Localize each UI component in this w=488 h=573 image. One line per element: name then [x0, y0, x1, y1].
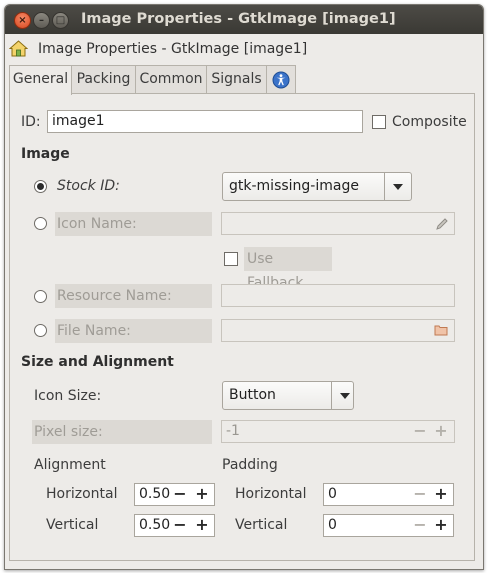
- padding-horizontal-label: Horizontal: [235, 486, 307, 502]
- alignment-horizontal-label: Horizontal: [46, 486, 118, 502]
- tab-common[interactable]: Common: [135, 65, 207, 93]
- tab-accessibility[interactable]: [266, 65, 296, 93]
- icon-size-label: Icon Size:: [34, 388, 102, 404]
- padding-horizontal-decrease-button[interactable]: −: [410, 484, 430, 505]
- padding-vertical-label: Vertical: [235, 517, 288, 533]
- file-name-field[interactable]: [221, 319, 455, 342]
- close-button[interactable]: ×: [14, 12, 31, 29]
- composite-checkbox[interactable]: [372, 115, 386, 129]
- pixel-size-label: Pixel size:: [32, 420, 212, 444]
- window-title: Image Properties - GtkImage [image1]: [81, 11, 396, 27]
- padding-label: Padding: [222, 457, 278, 473]
- stock-id-value: gtk-missing-image: [229, 178, 359, 194]
- stock-id-combo[interactable]: gtk-missing-image: [222, 172, 412, 201]
- title-bar: × – □ Image Properties - GtkImage [image…: [5, 5, 483, 34]
- tab-packing[interactable]: Packing: [71, 65, 136, 93]
- icon-name-label: Icon Name:: [55, 212, 212, 236]
- resource-name-radio[interactable]: [34, 290, 47, 303]
- padding-horizontal-increase-button[interactable]: +: [431, 484, 451, 505]
- padding-vertical-increase-button[interactable]: +: [431, 515, 451, 536]
- pencil-icon[interactable]: [435, 217, 449, 231]
- file-name-radio[interactable]: [34, 324, 47, 337]
- resource-name-field[interactable]: [221, 284, 455, 307]
- maximize-button[interactable]: □: [52, 12, 69, 29]
- alignment-horizontal-decrease-button[interactable]: −: [170, 484, 190, 505]
- pixel-size-increase-button[interactable]: +: [431, 421, 451, 442]
- editor-header: Image Properties - GtkImage [image1]: [5, 34, 483, 64]
- alignment-horizontal-increase-button[interactable]: +: [192, 484, 212, 505]
- properties-window: × – □ Image Properties - GtkImage [image…: [4, 4, 484, 570]
- icon-size-combo[interactable]: Button: [222, 381, 354, 410]
- tab-general[interactable]: General: [9, 65, 72, 95]
- folder-icon[interactable]: [434, 323, 448, 337]
- alignment-vertical-label: Vertical: [46, 517, 99, 533]
- stock-id-radio[interactable]: [34, 180, 47, 193]
- minimize-button[interactable]: –: [33, 12, 50, 29]
- alignment-label: Alignment: [34, 457, 106, 473]
- tab-signals[interactable]: Signals: [206, 65, 267, 93]
- icon-size-value: Button: [229, 387, 276, 403]
- alignment-vertical-decrease-button[interactable]: −: [170, 515, 190, 536]
- id-field[interactable]: image1: [47, 110, 363, 133]
- padding-vertical-decrease-button[interactable]: −: [410, 515, 430, 536]
- id-label: ID:: [21, 114, 41, 130]
- icon-name-field[interactable]: [221, 212, 455, 235]
- stock-id-label: Stock ID:: [57, 178, 120, 194]
- alignment-vertical-increase-button[interactable]: +: [192, 515, 212, 536]
- header-title: Image Properties - GtkImage [image1]: [38, 41, 308, 57]
- general-panel: ID: image1 Composite Image Stock ID: gtk…: [9, 93, 475, 561]
- resource-name-label: Resource Name:: [55, 284, 212, 308]
- chevron-down-icon[interactable]: [331, 382, 353, 409]
- pixel-size-decrease-button[interactable]: −: [410, 421, 430, 442]
- home-icon: [9, 40, 28, 57]
- use-fallback-label: Use Fallback: [244, 247, 332, 291]
- icon-name-radio[interactable]: [34, 217, 47, 230]
- use-fallback-checkbox[interactable]: [224, 252, 238, 266]
- file-name-label: File Name:: [55, 319, 212, 343]
- composite-label: Composite: [392, 114, 467, 130]
- chevron-down-icon[interactable]: [384, 173, 411, 200]
- accessibility-icon: [272, 71, 290, 89]
- image-section-title: Image: [21, 146, 70, 162]
- size-alignment-section-title: Size and Alignment: [21, 354, 174, 370]
